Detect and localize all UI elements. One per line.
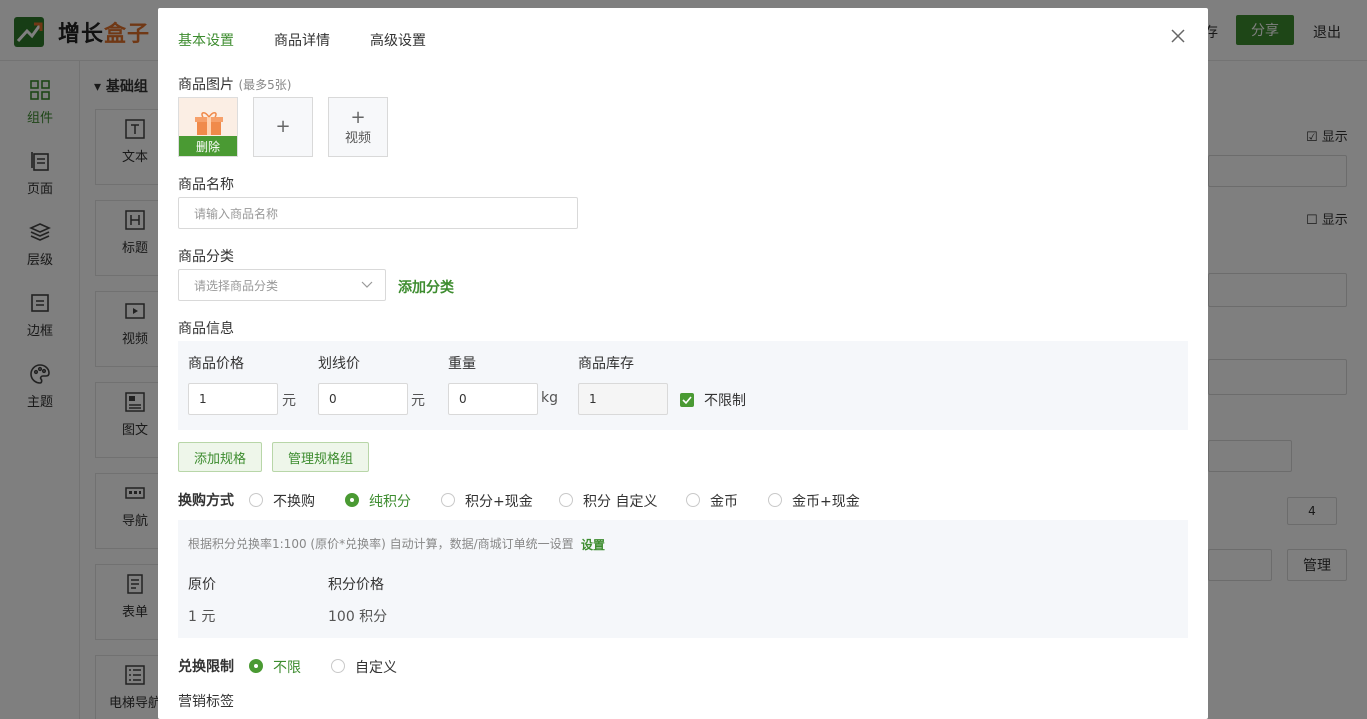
- category-select[interactable]: 请选择商品分类: [178, 269, 386, 301]
- price-unit: 元: [282, 393, 296, 409]
- strike-price-input[interactable]: 0: [318, 383, 408, 415]
- tab-advanced-settings[interactable]: 高级设置: [370, 30, 426, 50]
- points-rate-note: 根据积分兑换率1:100 (原价*兑换率) 自动计算，数据/商城订单统一设置: [188, 537, 574, 551]
- exchange-limit-label: 兑换限制: [178, 659, 234, 675]
- radio-limit-custom-label[interactable]: 自定义: [355, 657, 397, 677]
- product-edit-dialog: 基本设置 商品详情 高级设置 商品图片 (最多5张) 删除 + + 视频 商品名…: [158, 8, 1208, 719]
- check-icon: [682, 396, 692, 405]
- add-video-button[interactable]: + 视频: [328, 97, 388, 157]
- exchange-method-label: 换购方式: [178, 493, 234, 509]
- images-label: 商品图片 (最多5张): [178, 77, 292, 93]
- weight-label: 重量: [448, 356, 476, 372]
- radio-points-cash[interactable]: [441, 493, 455, 507]
- radio-gold-label[interactable]: 金币: [710, 491, 738, 511]
- radio-no-exchange-label[interactable]: 不换购: [273, 491, 315, 511]
- stock-label: 商品库存: [578, 356, 634, 372]
- unlimited-label[interactable]: 不限制: [704, 390, 746, 410]
- tab-basic-settings[interactable]: 基本设置: [178, 30, 234, 50]
- orig-price-value: 1 元: [188, 609, 216, 625]
- radio-points-only[interactable]: [345, 493, 359, 507]
- stock-input[interactable]: 1: [578, 383, 668, 415]
- radio-limit-unlimited-label[interactable]: 不限: [273, 657, 301, 677]
- weight-unit: kg: [541, 390, 558, 406]
- radio-points-only-label[interactable]: 纯积分: [369, 491, 411, 511]
- chevron-down-icon: [361, 281, 373, 288]
- strike-unit: 元: [411, 393, 425, 409]
- delete-image-button[interactable]: 删除: [179, 136, 237, 156]
- info-label: 商品信息: [178, 321, 234, 337]
- product-image-thumbnail[interactable]: 删除: [178, 97, 238, 157]
- plus-icon: +: [350, 107, 366, 128]
- video-label: 视频: [344, 131, 371, 146]
- radio-gold-cash-label[interactable]: 金币+现金: [792, 491, 860, 511]
- manage-spec-group-button[interactable]: 管理规格组: [272, 442, 369, 472]
- price-input[interactable]: 1: [188, 383, 278, 415]
- unlimited-checkbox[interactable]: [680, 393, 694, 407]
- price-label: 商品价格: [188, 356, 244, 372]
- add-category-link[interactable]: 添加分类: [398, 277, 454, 297]
- images-hint: (最多5张): [238, 78, 292, 92]
- radio-gold[interactable]: [686, 493, 700, 507]
- strike-price-label: 划线价: [318, 356, 360, 372]
- radio-no-exchange[interactable]: [249, 493, 263, 507]
- add-spec-button[interactable]: 添加规格: [178, 442, 262, 472]
- points-price-value: 100 积分: [328, 609, 388, 625]
- name-label: 商品名称: [178, 177, 234, 193]
- points-setting-link[interactable]: 设置: [581, 536, 605, 553]
- radio-points-cash-label[interactable]: 积分+现金: [465, 491, 533, 511]
- add-image-button[interactable]: +: [253, 97, 313, 157]
- radio-points-custom-label[interactable]: 积分 自定义: [583, 491, 657, 511]
- radio-limit-custom[interactable]: [331, 659, 345, 673]
- dialog-tabs: 基本设置 商品详情 高级设置: [178, 30, 466, 50]
- radio-points-custom[interactable]: [559, 493, 573, 507]
- points-price-label: 积分价格: [328, 577, 384, 593]
- weight-input[interactable]: 0: [448, 383, 538, 415]
- gift-icon: [195, 112, 223, 135]
- marketing-tag-label: 营销标签: [178, 694, 234, 710]
- orig-price-label: 原价: [188, 577, 216, 593]
- plus-icon: +: [275, 116, 291, 137]
- tab-product-details[interactable]: 商品详情: [274, 30, 330, 50]
- product-name-input[interactable]: 请输入商品名称: [178, 197, 578, 229]
- radio-gold-cash[interactable]: [768, 493, 782, 507]
- close-icon[interactable]: [1170, 28, 1186, 44]
- radio-limit-unlimited[interactable]: [249, 659, 263, 673]
- category-label: 商品分类: [178, 249, 234, 265]
